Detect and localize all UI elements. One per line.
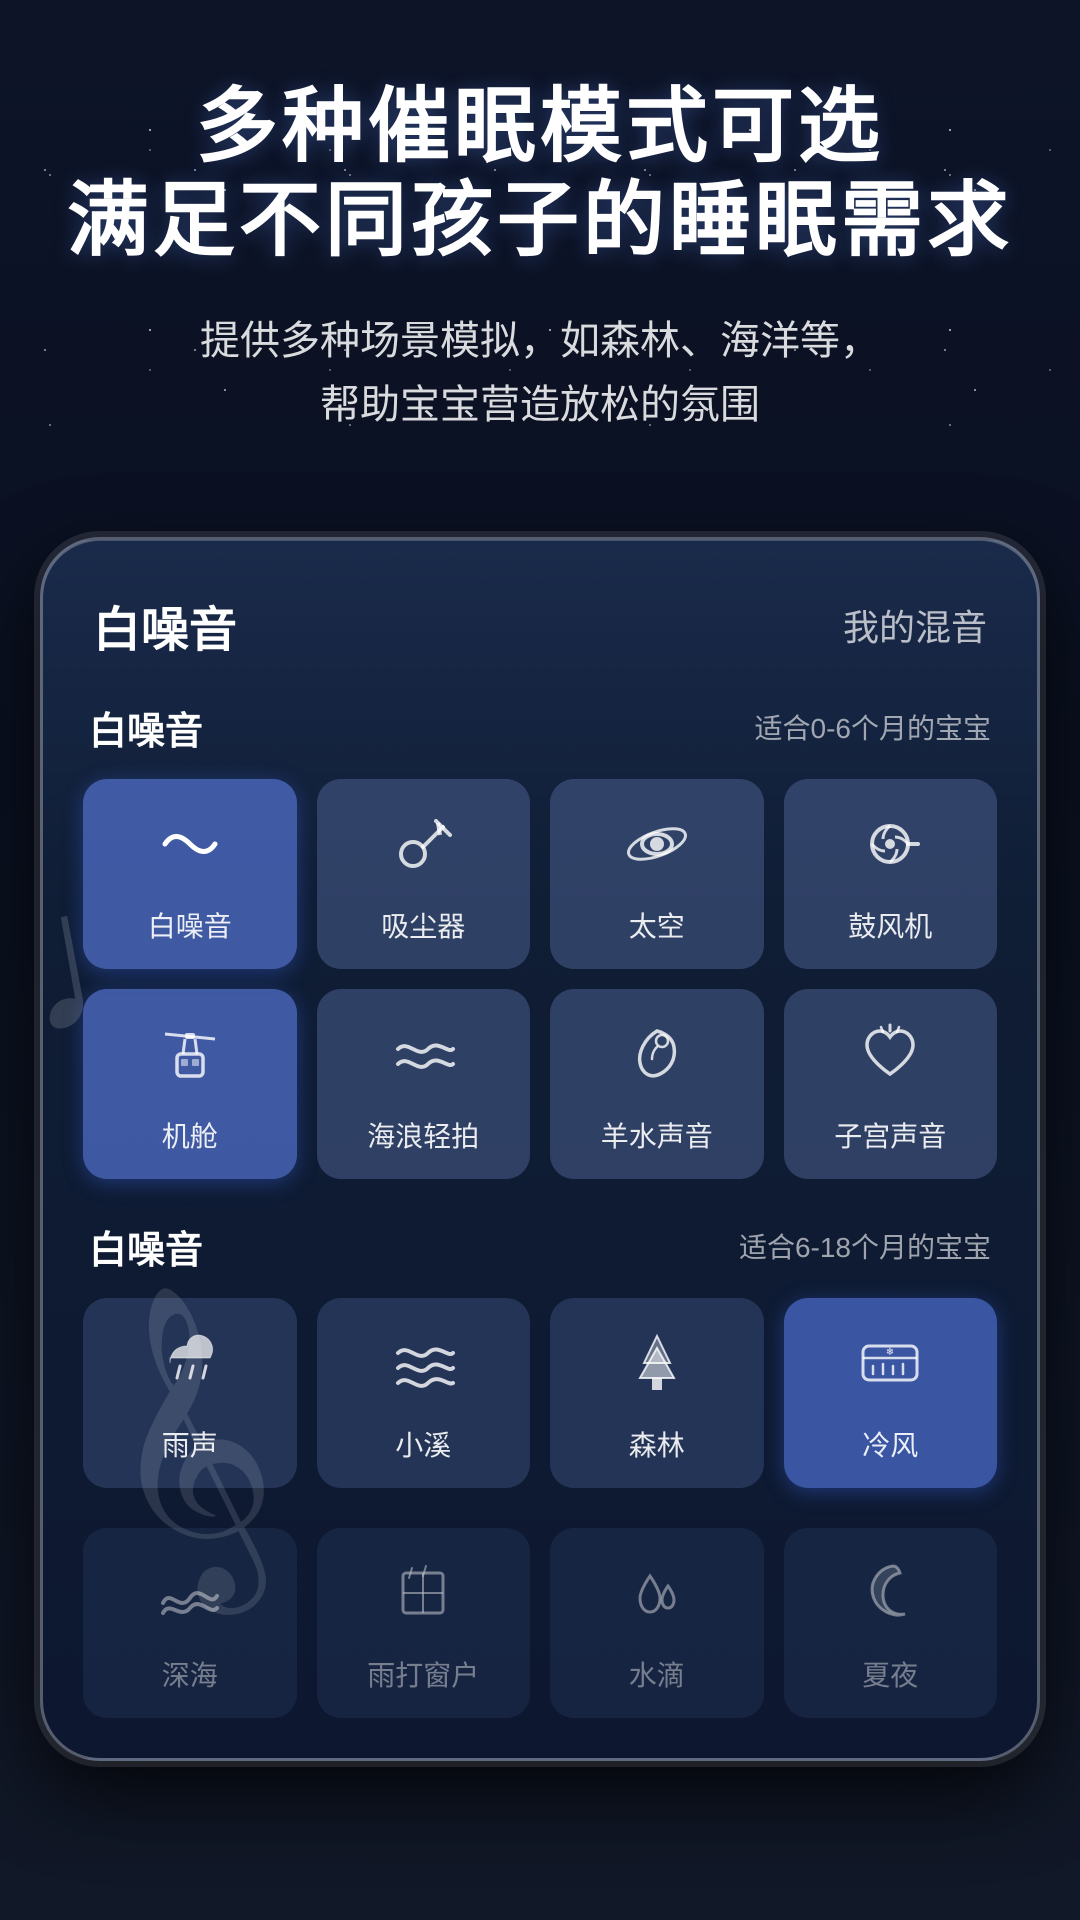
main-title: 多种催眠模式可选满足不同孩子的睡眠需求	[60, 80, 1020, 269]
sound-item-uterus[interactable]: 子宫声音	[784, 989, 998, 1179]
forest-label: 森林	[629, 1424, 685, 1464]
summer-night-icon	[855, 1558, 925, 1638]
deep-sea-label: 深海	[162, 1654, 218, 1694]
section1-subtitle: 适合0-6个月的宝宝	[755, 707, 991, 747]
cool-wind-label: 冷风	[862, 1424, 918, 1464]
my-mix-button[interactable]: 我的混音	[843, 599, 987, 651]
cabin-icon	[155, 1019, 225, 1099]
white-noise-label: 白噪音	[148, 905, 232, 945]
water-drops-icon	[622, 1558, 692, 1638]
section1-grid: 白噪音 吸尘器	[83, 779, 997, 1179]
section1-title: 白噪音	[89, 700, 203, 755]
phone-container: ♩ 𝄞 白噪音 我的混音 白噪音 适合0-6个月的宝宝	[40, 537, 1040, 1761]
uterus-label: 子宫声音	[834, 1115, 946, 1155]
section2-subtitle: 适合6-18个月的宝宝	[739, 1226, 991, 1266]
amniotic-label: 羊水声音	[601, 1115, 713, 1155]
vacuum-label: 吸尘器	[381, 905, 465, 945]
stream-icon	[388, 1328, 458, 1408]
rain-window-label: 雨打窗户	[367, 1654, 479, 1694]
section3-grid: 深海 雨打窗户	[83, 1528, 997, 1718]
sound-item-white-noise[interactable]: 白噪音	[83, 779, 297, 969]
rain-label: 雨声	[162, 1424, 218, 1464]
sound-item-deep-sea[interactable]: 深海	[83, 1528, 297, 1718]
summer-night-label: 夏夜	[862, 1654, 918, 1694]
sound-item-amniotic[interactable]: 羊水声音	[550, 989, 764, 1179]
sound-item-cool-wind[interactable]: ❄ 冷风	[784, 1298, 998, 1488]
amniotic-icon	[622, 1019, 692, 1099]
water-drops-label: 水滴	[629, 1654, 685, 1694]
section2-title: 白噪音	[89, 1219, 203, 1274]
phone-mockup: 白噪音 我的混音 白噪音 适合0-6个月的宝宝 白噪音	[40, 537, 1040, 1761]
uterus-icon	[855, 1019, 925, 1099]
deep-sea-icon	[155, 1558, 225, 1638]
sound-item-rain-window[interactable]: 雨打窗户	[317, 1528, 531, 1718]
waves-label: 海浪轻拍	[367, 1115, 479, 1155]
sound-item-waves[interactable]: 海浪轻拍	[317, 989, 531, 1179]
section-0-6months: 白噪音 适合0-6个月的宝宝 白噪音	[83, 700, 997, 1179]
section2-grid: 雨声 小溪	[83, 1298, 997, 1488]
sound-item-rain[interactable]: 雨声	[83, 1298, 297, 1488]
sound-item-vacuum[interactable]: 吸尘器	[317, 779, 531, 969]
section-6-18months: 白噪音 适合6-18个月的宝宝 雨声	[83, 1219, 997, 1488]
rain-icon	[155, 1328, 225, 1408]
sound-item-water-drops[interactable]: 水滴	[550, 1528, 764, 1718]
app-title: 白噪音	[93, 590, 237, 660]
top-section: 多种催眠模式可选满足不同孩子的睡眠需求 提供多种场景模拟，如森林、海洋等，帮助宝…	[0, 0, 1080, 497]
app-header: 白噪音 我的混音	[83, 590, 997, 660]
stream-label: 小溪	[395, 1424, 451, 1464]
waves-icon	[388, 1019, 458, 1099]
sound-item-forest[interactable]: 森林	[550, 1298, 764, 1488]
sound-item-fan[interactable]: 鼓风机	[784, 779, 998, 969]
section1-header: 白噪音 适合0-6个月的宝宝	[83, 700, 997, 755]
space-label: 太空	[629, 905, 685, 945]
sound-item-stream[interactable]: 小溪	[317, 1298, 531, 1488]
cool-wind-icon: ❄	[855, 1328, 925, 1408]
cabin-label: 机舱	[162, 1115, 218, 1155]
vacuum-icon	[388, 809, 458, 889]
rain-window-icon	[388, 1558, 458, 1638]
space-icon	[622, 809, 692, 889]
sub-title: 提供多种场景模拟，如森林、海洋等，帮助宝宝营造放松的氛围	[60, 309, 1020, 437]
sound-item-summer-night[interactable]: 夏夜	[784, 1528, 998, 1718]
sound-item-cabin[interactable]: 机舱	[83, 989, 297, 1179]
forest-icon	[622, 1328, 692, 1408]
section2-header: 白噪音 适合6-18个月的宝宝	[83, 1219, 997, 1274]
sound-item-space[interactable]: 太空	[550, 779, 764, 969]
white-noise-icon	[155, 809, 225, 889]
fan-label: 鼓风机	[848, 905, 932, 945]
fan-icon	[855, 809, 925, 889]
svg-text:❄: ❄	[886, 1347, 894, 1358]
